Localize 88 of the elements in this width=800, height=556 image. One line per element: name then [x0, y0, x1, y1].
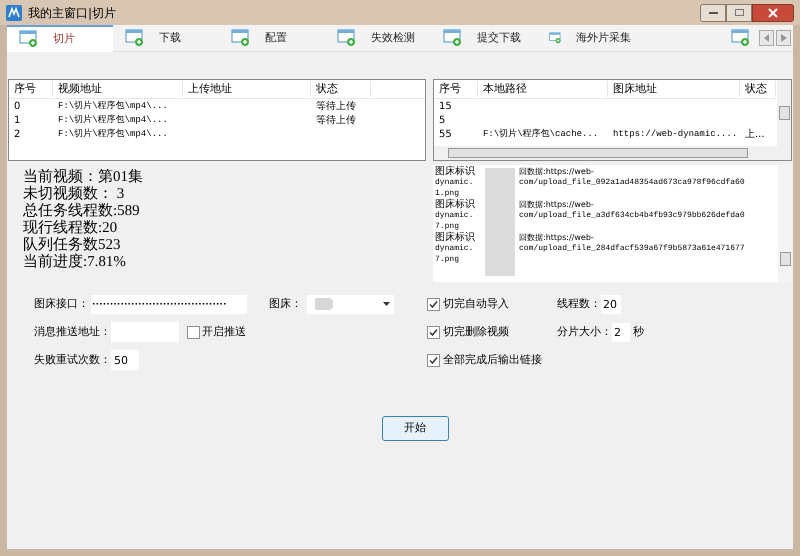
- table-cell: 等待上传: [316, 100, 356, 112]
- log-text: 1.png: [435, 188, 460, 198]
- right-arrow-icon: [780, 34, 786, 42]
- log-text: 7.png: [435, 254, 460, 265]
- status-text: 未切视频数： 3: [23, 186, 126, 202]
- start-button[interactable]: 开始: [382, 416, 448, 441]
- tab[interactable]: 下载: [113, 24, 219, 52]
- horizontal-scrollbar[interactable]: [434, 146, 791, 160]
- tab[interactable]: 切片: [7, 24, 113, 52]
- vertical-scrollbar[interactable]: [777, 80, 791, 146]
- left-arrow-icon: [764, 34, 770, 42]
- checkbox-label: 开启推送: [202, 324, 246, 340]
- table-cell: F:\切片\程序包\mp4\...: [58, 115, 168, 126]
- tab[interactable]: 提交下载: [431, 24, 537, 52]
- log-text: 回数据:https://web-: [519, 199, 594, 210]
- table-cell: 1: [14, 114, 20, 126]
- table-cell: 0: [14, 100, 20, 112]
- status-text: 队列任务数523: [23, 237, 122, 253]
- column-header[interactable]: 本地路径: [478, 80, 608, 98]
- window-add-icon: [125, 29, 145, 47]
- log-text: com/upload_file_092a1ad48354ad673ca978f96cdfa60: [519, 177, 745, 188]
- log-text: 回数据:https://web-: [519, 232, 594, 243]
- log-text: 图床标识: [435, 199, 476, 210]
- column-header[interactable]: 序号: [434, 80, 478, 98]
- retry-field[interactable]: 50: [111, 350, 139, 370]
- field-label: 图床接口：: [34, 296, 90, 312]
- field-label: 失败重试次数：: [34, 352, 111, 368]
- slice-size-field[interactable]: 2: [612, 323, 630, 342]
- table-cell: F:\切片\程序包\mp4\...: [58, 101, 168, 112]
- close-icon: [768, 8, 778, 18]
- log-text: dynamic.: [435, 210, 474, 221]
- table-cell: https://web-dynamic....: [613, 129, 738, 140]
- tab[interactable]: 海外片采集: [537, 24, 643, 52]
- status-text: 当前视频：第01集: [23, 169, 144, 186]
- field-label: 消息推送地址：: [34, 324, 111, 340]
- log-text: 图床标识: [435, 232, 476, 243]
- checkbox[interactable]: [427, 298, 440, 311]
- log-text: 回数据:https://web-: [519, 166, 594, 177]
- field-label: 分片大小：: [557, 324, 612, 340]
- window-add-icon: [19, 30, 39, 48]
- window-title: 我的主窗口|切片: [28, 4, 118, 22]
- checkbox-label: 切完自动导入: [443, 296, 509, 312]
- threads-field[interactable]: 20: [601, 295, 621, 314]
- table-cell: 上...: [745, 128, 765, 140]
- caret-icon: [383, 302, 390, 306]
- window-add-icon: [231, 29, 251, 47]
- tab[interactable]: 失效检测: [325, 24, 431, 52]
- tab[interactable]: 配置: [219, 24, 325, 52]
- minimize-button[interactable]: [700, 4, 726, 22]
- column-header[interactable]: 状态: [311, 80, 371, 98]
- column-header[interactable]: 状态: [740, 80, 776, 98]
- maximize-button[interactable]: [726, 4, 752, 22]
- field-label: 图床：: [269, 296, 303, 312]
- table-cell: F:\切片\程序包\cache...: [483, 129, 598, 140]
- table-cell: 2: [14, 128, 20, 140]
- log-text: dynamic.: [435, 177, 474, 188]
- scroll-right-button[interactable]: [776, 30, 791, 46]
- table-cell: 15: [439, 100, 452, 112]
- table-cell: 55: [439, 128, 452, 140]
- checkbox[interactable]: [187, 326, 200, 338]
- scroll-left-button[interactable]: [759, 30, 774, 46]
- log-text: com/upload_file_a3df634cb4b4fb93c979bb626defda0: [519, 210, 745, 221]
- checkbox-label: 切完删除视频: [443, 324, 509, 340]
- close-button[interactable]: [752, 4, 794, 22]
- log-text: 7.png: [435, 221, 460, 232]
- vertical-scrollbar[interactable]: [778, 165, 792, 282]
- table-cell: 5: [439, 114, 446, 126]
- status-text: 当前进度:7.81%: [23, 254, 127, 271]
- window-add-icon: [337, 29, 357, 47]
- log-text: 图床标识: [435, 166, 476, 177]
- table-cell: F:\切片\程序包\mp4\...: [58, 129, 168, 140]
- column-header[interactable]: 视频地址: [53, 80, 183, 98]
- checkbox[interactable]: [427, 326, 440, 339]
- column-header[interactable]: 序号: [9, 80, 53, 98]
- app-logo-icon: [6, 4, 22, 20]
- column-header[interactable]: 上传地址: [183, 80, 311, 98]
- checkbox[interactable]: [427, 354, 440, 367]
- log-text: com/upload_file_284dfacf539a67f9b5873a61e471677: [519, 243, 745, 254]
- status-text: 总任务线程数:589: [23, 203, 141, 220]
- window-add-icon: [443, 29, 463, 47]
- unit-label: 秒: [633, 324, 644, 340]
- window-add-icon: [731, 29, 751, 47]
- status-text: 现行线程数:20: [23, 220, 118, 237]
- checkbox-label: 全部完成后输出链接: [443, 352, 542, 368]
- log-text: dynamic.: [435, 243, 474, 254]
- field-label: 线程数：: [557, 296, 601, 312]
- table-cell: 等待上传: [316, 114, 356, 126]
- column-header[interactable]: 图床地址: [608, 80, 740, 98]
